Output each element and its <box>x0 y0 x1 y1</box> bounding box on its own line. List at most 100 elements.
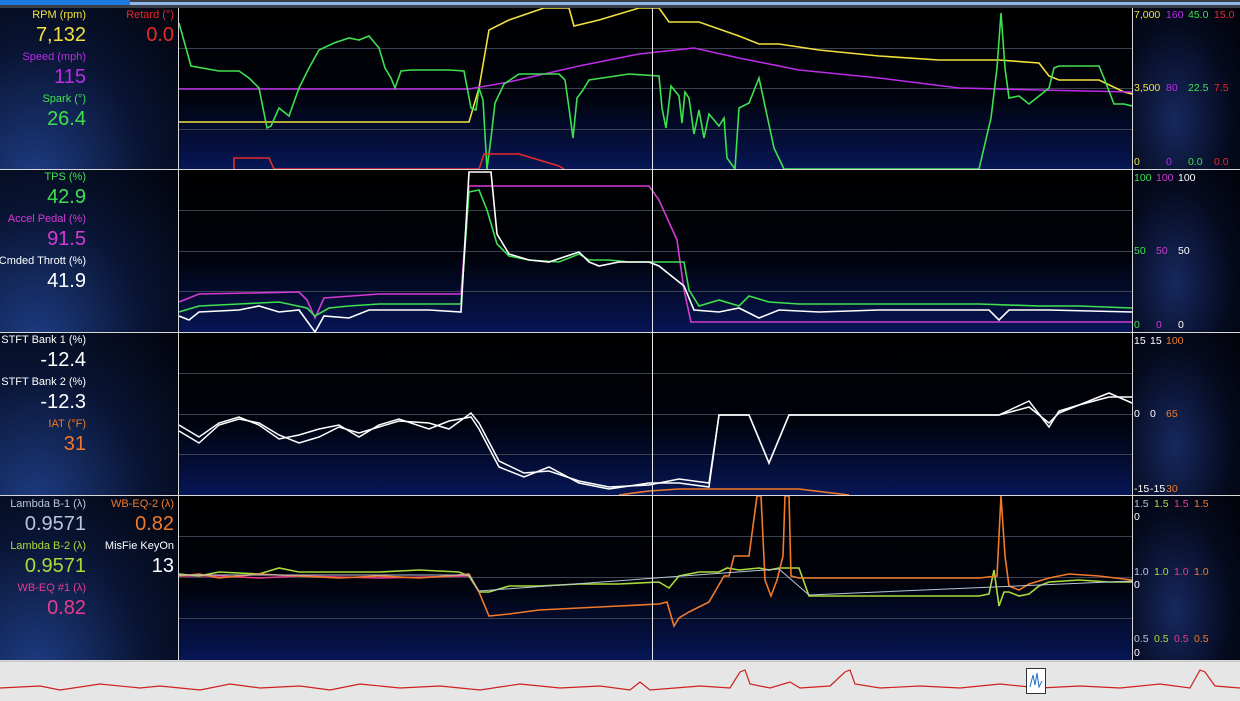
param-name-stft-bank-2: STFT Bank 2 (%) <box>1 376 86 388</box>
param-value-lambda-b2: 0.9571 <box>24 555 86 577</box>
param-name-stft-bank-1: STFT Bank 1 (%) <box>1 334 86 346</box>
axis-tick: -15 <box>1150 483 1166 495</box>
param-value-misfire-keyon: 13 <box>151 555 174 577</box>
trace-wb-eq-2 <box>179 496 1132 628</box>
trace-tps <box>179 189 1132 317</box>
axis-tick: 50 <box>1178 245 1190 257</box>
chart-panel-lambda[interactable]: Lambda B-1 (λ) 0.9571 WB-EQ-2 (λ) 0.82 L… <box>0 496 1240 660</box>
axis-tick: 1.0 <box>1174 566 1189 578</box>
param-value-tps: 42.9 <box>47 186 86 208</box>
param-name-cmded-throttle: Cmded Thrott (%) <box>0 255 86 267</box>
panel-4-axis-scale: 1.5 1.5 1.5 1.5 0 1.0 1.0 1.0 1.0 0 0.5 … <box>1132 496 1240 660</box>
axis-tick: 0.0 <box>1188 156 1203 168</box>
axis-tick: 160 <box>1166 9 1184 21</box>
param-name-tps: TPS (%) <box>44 171 86 183</box>
axis-tick: 1.5 <box>1194 498 1209 510</box>
param-name-retard: Retard (°) <box>126 9 174 21</box>
panel-4-plot-area[interactable] <box>179 496 1132 660</box>
param-name-wb-eq-2: WB-EQ-2 (λ) <box>111 498 174 510</box>
axis-tick: 0.0 <box>1214 156 1229 168</box>
param-value-lambda-b1: 0.9571 <box>24 513 86 535</box>
label-column-divider <box>178 8 179 660</box>
chart-panel-engine[interactable]: RPM (rpm) 7,132 Retard (°) 0.0 Speed (mp… <box>0 8 1240 169</box>
param-name-spark: Spark (°) <box>42 93 86 105</box>
axis-column-divider <box>1132 8 1133 660</box>
trace-stft-bank-2 <box>179 396 1132 490</box>
panel-4-traces <box>179 496 1132 628</box>
axis-tick: 65 <box>1166 408 1178 420</box>
param-name-speed: Speed (mph) <box>22 51 86 63</box>
trace-rpm <box>179 8 1132 123</box>
panel-3-plot-area[interactable] <box>179 333 1132 495</box>
param-value-cmded-throttle: 41.9 <box>47 270 86 292</box>
axis-tick: 15 <box>1150 335 1162 347</box>
axis-tick: 1.5 <box>1134 498 1149 510</box>
axis-tick: 0 <box>1178 319 1184 331</box>
chart-panel-fuel-trim[interactable]: STFT Bank 1 (%) -12.4 STFT Bank 2 (%) -1… <box>0 333 1240 495</box>
axis-tick: 80 <box>1166 82 1178 94</box>
axis-tick: 100 <box>1134 172 1152 184</box>
param-name-misfire-keyon: MisFie KeyOn <box>104 540 174 552</box>
overview-scrubber-handle[interactable] <box>1026 668 1046 694</box>
param-name-accel-pedal: Accel Pedal (%) <box>7 213 86 225</box>
window-frame-strip <box>130 2 1240 5</box>
axis-tick: 15.0 <box>1214 9 1235 21</box>
axis-tick: 50 <box>1156 245 1168 257</box>
panel-2-axis-scale: 100 100 100 50 50 50 0 0 0 <box>1132 170 1240 332</box>
axis-tick: 100 <box>1178 172 1196 184</box>
param-value-stft-bank-2: -12.3 <box>40 391 86 413</box>
axis-tick: 0 <box>1134 156 1140 168</box>
param-name-lambda-b2: Lambda B-2 (λ) <box>10 540 86 552</box>
time-cursor[interactable] <box>652 8 653 660</box>
axis-tick: 1.0 <box>1194 566 1209 578</box>
panel-1-plot-area[interactable] <box>179 8 1132 169</box>
param-value-spark: 26.4 <box>47 108 86 130</box>
axis-tick: 15 <box>1134 335 1146 347</box>
param-value-wb-eq-2: 0.82 <box>135 513 174 535</box>
trace-speed <box>179 47 1132 93</box>
axis-tick: -15 <box>1134 483 1150 495</box>
axis-tick: 0 <box>1134 408 1140 420</box>
axis-tick: 0 <box>1134 647 1140 659</box>
axis-tick: 0 <box>1166 156 1172 168</box>
axis-tick: 1.5 <box>1154 498 1169 510</box>
axis-tick: 7,000 <box>1134 9 1161 21</box>
axis-tick: 0 <box>1150 408 1156 420</box>
axis-tick: 22.5 <box>1188 82 1209 94</box>
axis-tick: 0 <box>1134 511 1140 523</box>
axis-tick: 100 <box>1156 172 1174 184</box>
param-value-stft-bank-1: -12.4 <box>40 349 86 371</box>
overview-scrubber[interactable] <box>0 661 1240 701</box>
param-name-lambda-b1: Lambda B-1 (λ) <box>10 498 86 510</box>
param-value-wb-eq-1: 0.82 <box>47 597 86 619</box>
panel-1-traces <box>179 8 1132 169</box>
trace-spark <box>179 12 1132 169</box>
param-name-iat: IAT (°F) <box>48 418 86 430</box>
axis-tick: 0 <box>1156 319 1162 331</box>
param-value-iat: 31 <box>63 433 86 455</box>
axis-tick: 50 <box>1134 245 1146 257</box>
axis-tick: 7.5 <box>1214 82 1229 94</box>
active-tab-indicator <box>0 0 130 5</box>
param-name-wb-eq-1: WB-EQ #1 (λ) <box>17 582 86 594</box>
axis-tick: 45.0 <box>1188 9 1209 21</box>
axis-tick: 0.5 <box>1134 633 1149 645</box>
axis-tick: 0 <box>1134 319 1140 331</box>
panel-4-parameter-labels: Lambda B-1 (λ) 0.9571 WB-EQ-2 (λ) 0.82 L… <box>0 496 178 660</box>
panel-1-parameter-labels: RPM (rpm) 7,132 Retard (°) 0.0 Speed (mp… <box>0 8 178 169</box>
panel-3-traces <box>179 392 1132 495</box>
trace-retard <box>233 153 565 169</box>
panel-2-parameter-labels: TPS (%) 42.9 Accel Pedal (%) 91.5 Cmded … <box>0 170 178 332</box>
param-name-rpm: RPM (rpm) <box>32 9 86 21</box>
axis-tick: 0.5 <box>1154 633 1169 645</box>
axis-tick: 0.5 <box>1174 633 1189 645</box>
param-value-retard: 0.0 <box>146 24 174 46</box>
axis-tick: 100 <box>1166 335 1184 347</box>
panel-3-axis-scale: 15 15 100 0 0 65 -15 -15 30 <box>1132 333 1240 495</box>
overview-trace <box>0 669 1240 691</box>
chart-panel-throttle[interactable]: TPS (%) 42.9 Accel Pedal (%) 91.5 Cmded … <box>0 170 1240 332</box>
panel-2-plot-area[interactable] <box>179 170 1132 332</box>
panel-2-traces <box>179 171 1132 332</box>
axis-tick: 0 <box>1134 579 1140 591</box>
axis-tick: 0.5 <box>1194 633 1209 645</box>
